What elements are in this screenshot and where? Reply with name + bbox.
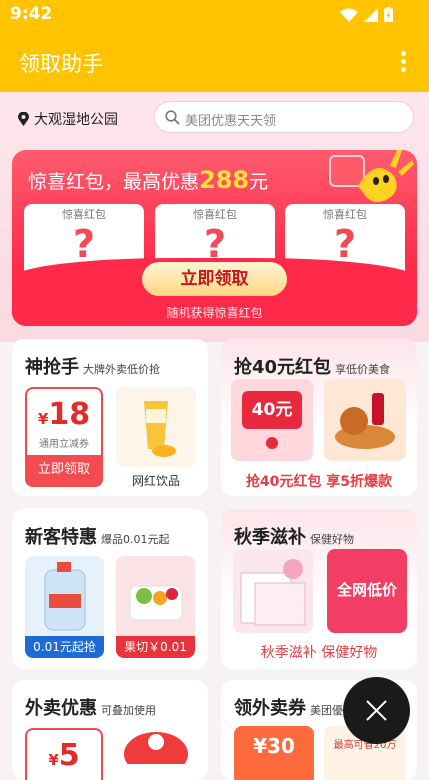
water-bottle-icon: [44, 562, 86, 631]
drink-icon: [144, 401, 176, 457]
food-icon: [335, 393, 395, 449]
close-icon: [366, 700, 387, 721]
product-label: 网红饮品: [131, 474, 180, 488]
card-caption: 抢40元红包 享5折爆款: [245, 474, 393, 490]
health-product-image[interactable]: [233, 549, 313, 633]
redpack40-card[interactable]: 抢40元红包 享低价美食 40元 抢40元红包 享5折爆款: [221, 339, 417, 496]
close-floating-button[interactable]: [343, 677, 410, 744]
coupon-claim-button[interactable]: 立即领取: [27, 455, 101, 485]
status-icons: [340, 7, 393, 22]
claim-redpacket-button[interactable]: 立即领取: [142, 262, 287, 296]
surprise-amount: 288: [199, 166, 250, 194]
takeout-card[interactable]: 外卖优惠 可叠加使用 ¥5: [12, 680, 208, 780]
redpack-badge: 40元: [242, 391, 302, 429]
search-input[interactable]: 美团优惠天天领: [154, 101, 414, 133]
water-product-tile[interactable]: 0.01元起抢: [25, 556, 104, 658]
card-caption: 秋季滋补 保健好物: [260, 645, 378, 661]
status-bar: 9:42: [0, 0, 429, 30]
drink-product-image[interactable]: [116, 387, 196, 467]
location-selector[interactable]: 大观湿地公园: [18, 109, 118, 129]
app-bar: 领取助手: [0, 30, 429, 92]
fruit-icon: [129, 585, 183, 621]
mascot-illustration: [329, 150, 414, 202]
location-pin-icon: [18, 112, 29, 126]
newcomer-card[interactable]: 新客特惠 爆品0.01元起 0.01元起抢 果切￥0.01: [12, 509, 208, 669]
promo-text: 全网低价: [336, 581, 397, 599]
page-title: 领取助手: [19, 52, 103, 76]
flash-deal-card[interactable]: 神抢手 大牌外卖低价抢 ¥18 通用立减券 立即领取 网红饮品: [12, 339, 208, 496]
search-icon: [165, 110, 180, 125]
takeout-coupon[interactable]: ¥5: [25, 728, 103, 780]
gift-box-icon: [240, 559, 306, 626]
redpacket-bag-icon: [124, 732, 188, 764]
location-name: 大观湿地公园: [34, 112, 118, 128]
card-title: 领外卖券 美团優: [234, 698, 343, 719]
coupon-18[interactable]: ¥18 通用立减券 立即领取: [25, 387, 103, 487]
signal-icon: [364, 7, 378, 22]
surprise-headline: 惊喜红包，最高优惠288元: [28, 166, 269, 194]
card-title: 抢40元红包 享低价美食: [234, 357, 391, 378]
claim-subtext: 随机获得惊喜红包: [166, 306, 263, 320]
card-title: 秋季滋补 保健好物: [234, 527, 354, 548]
status-time: 9:42: [10, 4, 53, 24]
card-title: 神抢手 大牌外卖低价抢: [25, 357, 160, 378]
wifi-icon: [340, 8, 358, 22]
coupon-30-tile[interactable]: ¥30: [234, 726, 314, 780]
food-product-image[interactable]: [324, 379, 406, 461]
promo-tile[interactable]: 全网低价: [327, 549, 407, 633]
more-vertical-icon[interactable]: [401, 51, 407, 72]
card-title: 外卖优惠 可叠加使用: [25, 698, 156, 719]
search-placeholder: 美团优惠天天领: [185, 114, 277, 129]
redpack-tile[interactable]: 40元: [231, 379, 313, 461]
battery-icon: [384, 7, 393, 22]
card-title: 新客特惠 爆品0.01元起: [25, 527, 170, 548]
fruit-product-tile[interactable]: 果切￥0.01: [116, 556, 195, 658]
autumn-card[interactable]: 秋季滋补 保健好物 全网低价 秋季滋补 保健好物: [221, 509, 417, 669]
surprise-redpacket-card[interactable]: 惊喜红包，最高优惠288元 惊喜红包? 惊喜红包? 惊喜红包? 立即领取 随机获…: [12, 150, 417, 326]
